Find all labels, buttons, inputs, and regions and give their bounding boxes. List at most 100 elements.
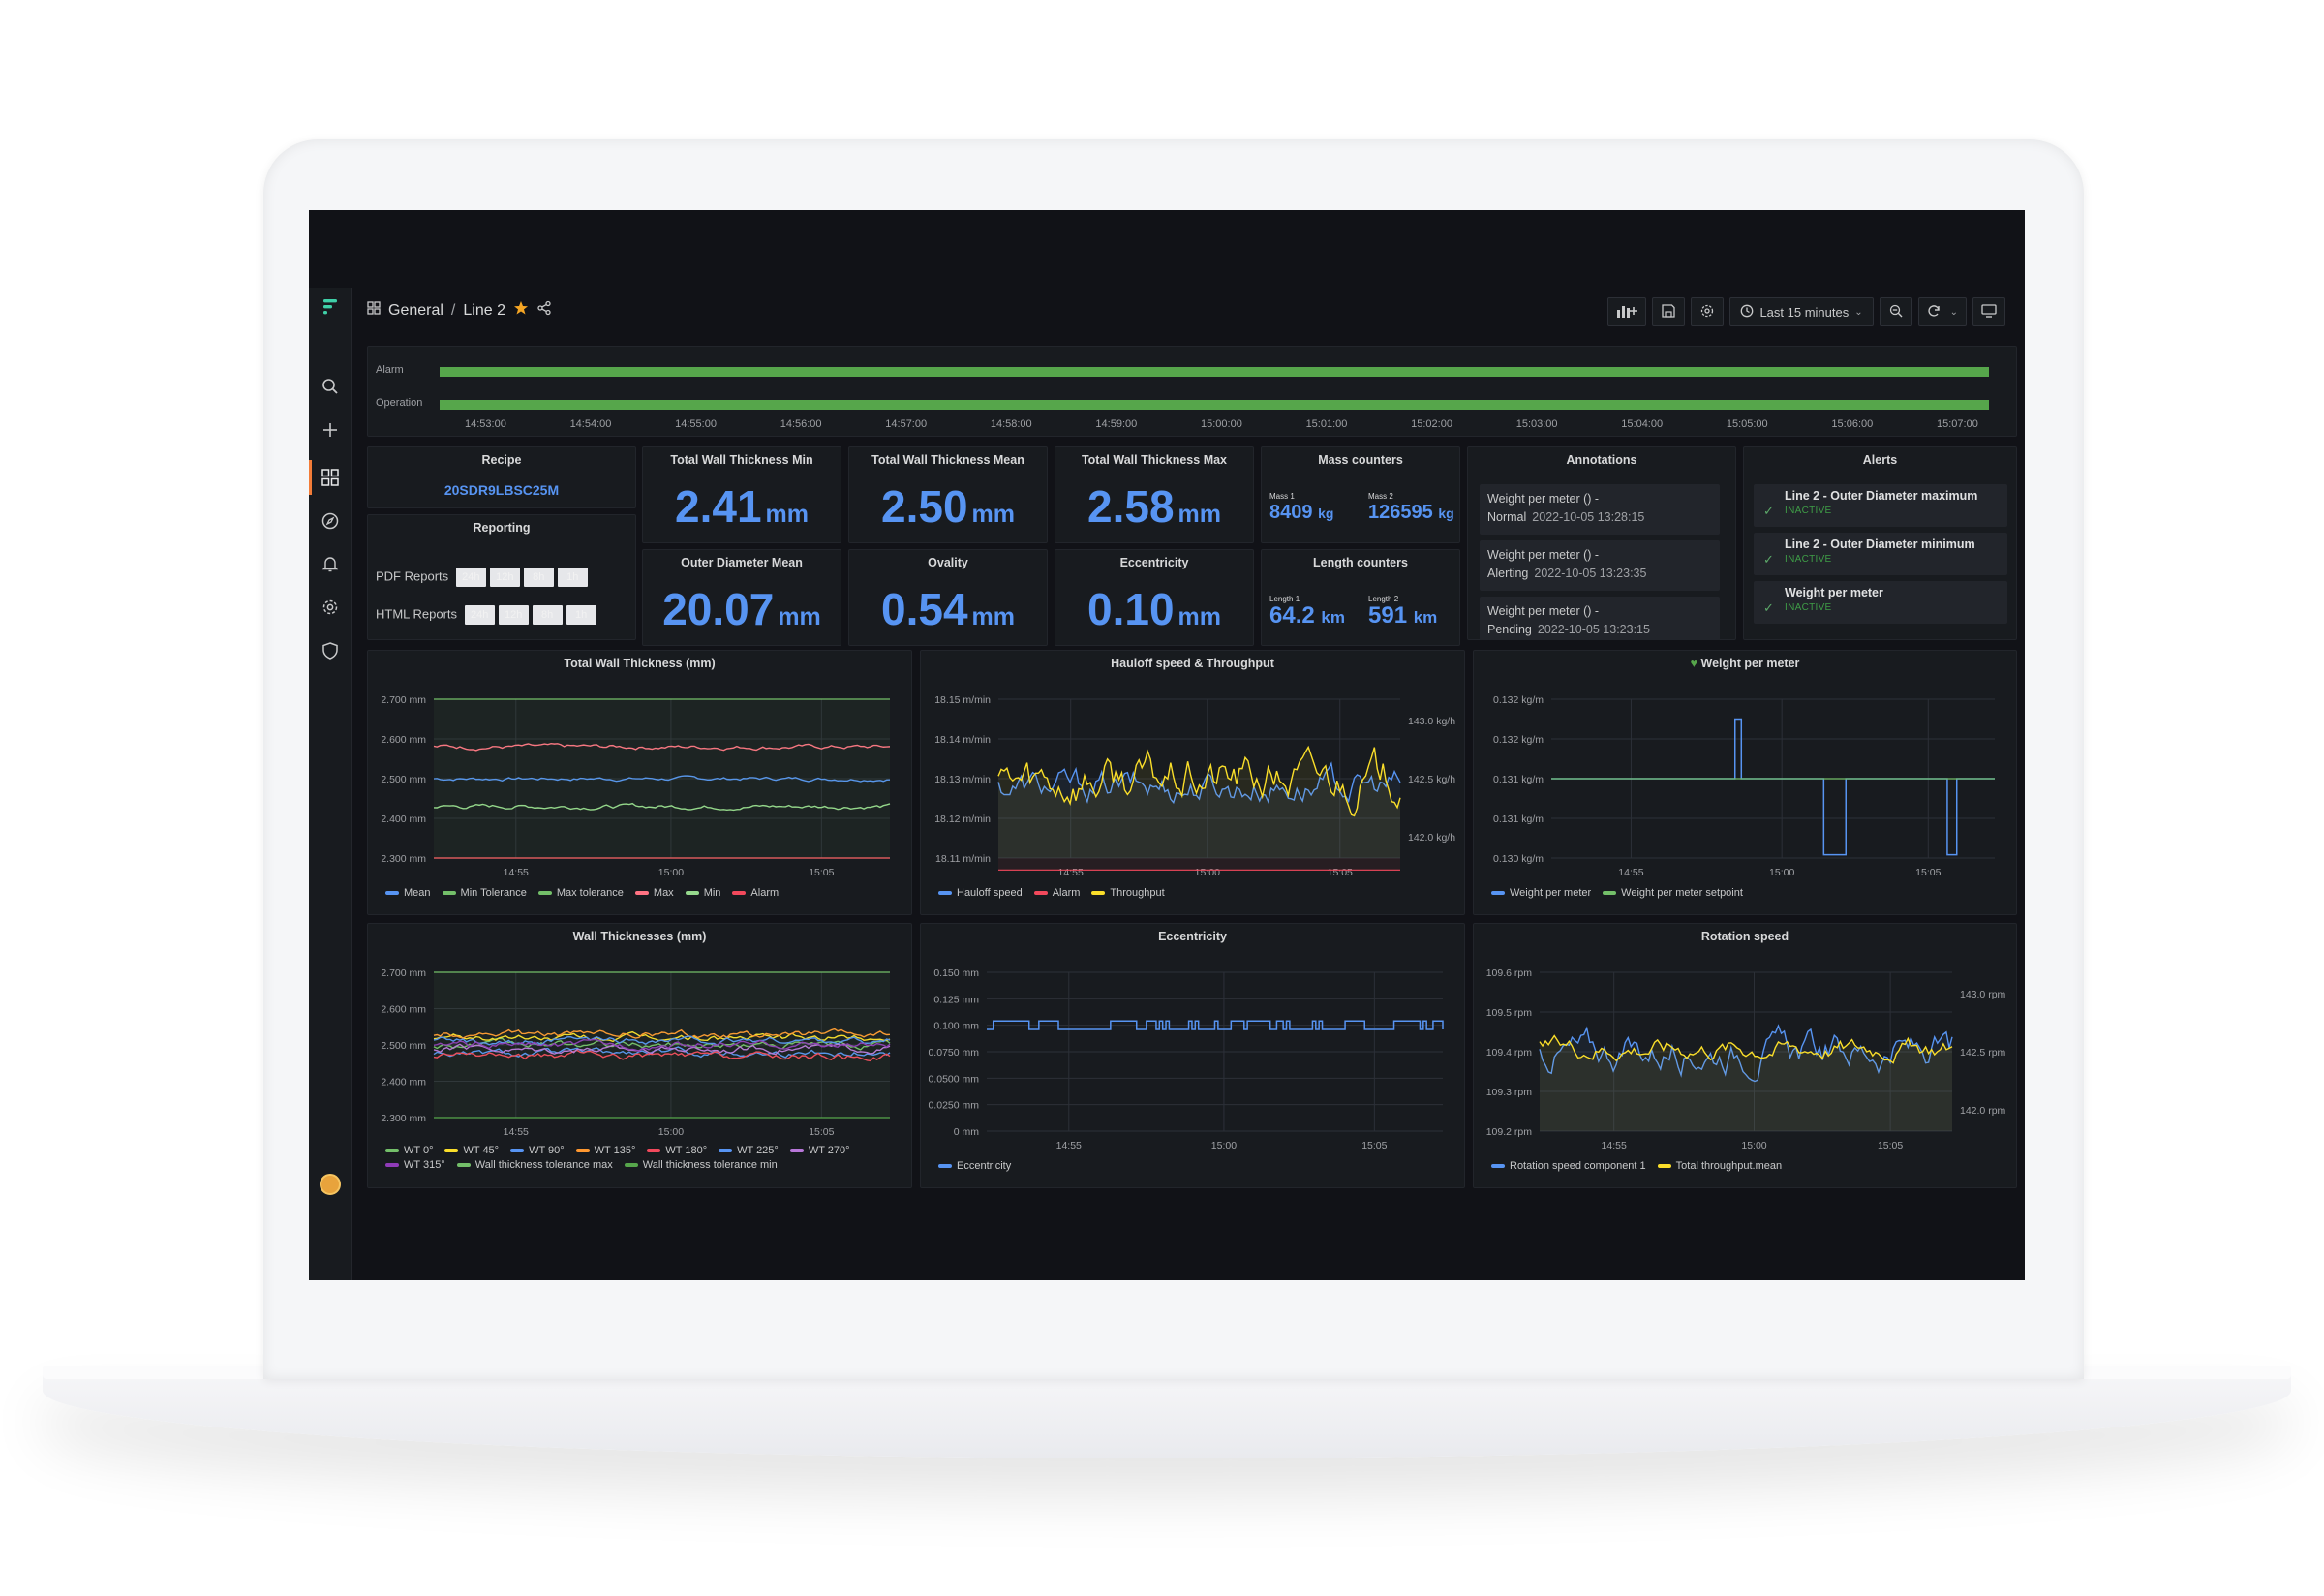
legend-item[interactable]: WT 180° [647, 1145, 707, 1156]
dashboards-icon[interactable] [321, 468, 340, 487]
weight-per-meter-panel: ♥ Weight per meter 0.132 kg/m 0.132 kg/m 0… [1473, 650, 2017, 915]
time-picker[interactable]: Last 15 minutes ⌄ [1729, 297, 1874, 326]
stat-panel-od-mean: Outer Diameter Mean 20.07 mm [642, 549, 841, 646]
plus-icon[interactable] [321, 420, 340, 440]
legend-item[interactable]: Alarm [1033, 887, 1080, 899]
y-tick-label: 2.500 mm [381, 774, 426, 785]
legend-item[interactable]: WT 270° [789, 1145, 850, 1156]
alert-item[interactable]: ✓ Line 2 - Outer Diameter minimum INACTI… [1754, 533, 2007, 575]
annotation-text: Weight per meter () - [1487, 604, 1600, 618]
top-bar: General / Line 2 Last 15 minutes ⌄ ⌄ [352, 288, 2025, 336]
annotation-item[interactable]: Weight per meter () - Pending 2022-10-05 … [1480, 597, 1720, 639]
legend-swatch [1091, 891, 1106, 895]
operation-state-bar[interactable] [440, 400, 1989, 410]
x-tick-label: 15:05 [1915, 867, 1941, 878]
legend-swatch [444, 1149, 459, 1152]
stat-number: 2.50 [881, 481, 968, 532]
grafana-logo-icon[interactable] [321, 297, 340, 319]
annotation-item[interactable]: Weight per meter () - Normal 2022-10-05 1… [1480, 484, 1720, 535]
y-tick-label: 18.13 m/min [934, 774, 991, 785]
legend-item[interactable]: Throughput [1091, 887, 1165, 899]
pdf-report-12h-button[interactable]: 12h [489, 568, 520, 587]
stat-unit: mm [778, 603, 821, 630]
html-report-12h-button[interactable]: 12h [498, 605, 529, 625]
legend-item[interactable]: Weight per meter [1491, 887, 1591, 899]
x-tick-label: 14:55 [1602, 1140, 1627, 1151]
sidebar-active-indicator [309, 460, 312, 495]
pdf-report-8h-button[interactable]: 8h [523, 568, 554, 587]
legend-item[interactable]: Min [685, 887, 720, 899]
alarm-state-bar[interactable] [440, 367, 1989, 377]
chart-svg[interactable]: 18.15 m/min 18.14 m/min 18.13 m/min 18.12 m… [921, 651, 1464, 914]
gear-icon[interactable] [321, 598, 340, 617]
counter-number: 126595 [1368, 502, 1433, 523]
legend-item[interactable]: Mean [385, 887, 431, 899]
pdf-report-1h-button[interactable]: 1h [557, 568, 588, 587]
alert-name: Weight per meter [1785, 586, 1883, 599]
annotation-item[interactable]: Weight per meter () - Alerting 2022-10-05… [1480, 540, 1720, 591]
legend-item[interactable]: Weight per meter setpoint [1603, 887, 1743, 899]
legend-item[interactable]: Hauloff speed [938, 887, 1023, 899]
legend-item[interactable]: Wall thickness tolerance min [624, 1159, 778, 1171]
zoom-out-icon [1889, 304, 1903, 321]
html-report-1h-button[interactable]: 1h [566, 605, 596, 625]
legend-item[interactable]: Min Tolerance [442, 887, 527, 899]
legend-item[interactable]: WT 90° [510, 1145, 565, 1156]
legend-item[interactable]: WT 315° [385, 1159, 445, 1171]
stat-panel-eccentricity: Eccentricity 0.10 mm [1055, 549, 1254, 646]
legend-swatch [938, 1164, 952, 1168]
save-button[interactable] [1652, 297, 1686, 326]
shield-icon[interactable] [321, 641, 340, 660]
time-tick-label: 14:54:00 [569, 418, 612, 430]
legend-item[interactable]: WT 135° [575, 1145, 635, 1156]
legend-item[interactable]: WT 45° [444, 1145, 499, 1156]
y-tick-label: 0.125 mm [933, 994, 979, 1005]
bell-icon[interactable] [321, 554, 340, 573]
laptop-screen: General / Line 2 Last 15 minutes ⌄ ⌄ Ala… [309, 210, 2025, 1280]
alert-item[interactable]: ✓ Line 2 - Outer Diameter maximum INACTI… [1754, 484, 2007, 527]
chart-svg[interactable]: 0.132 kg/m 0.132 kg/m 0.131 kg/m 0.131 kg/m… [1474, 651, 2016, 914]
add-panel-icon [1616, 304, 1638, 321]
chart-svg[interactable]: 2.700 mm 2.600 mm 2.500 mm 2.400 mm 2.300 mm… [368, 651, 911, 914]
search-icon[interactable] [321, 377, 340, 396]
legend-item[interactable]: Rotation speed component 1 [1491, 1160, 1646, 1172]
legend-item[interactable]: WT 0° [385, 1145, 433, 1156]
x-tick-label: 15:00 [1741, 1140, 1766, 1151]
pdf-report-24h-button[interactable]: 24h [455, 568, 486, 587]
counter-unit: kg [1318, 506, 1334, 521]
x-tick-label: 15:00 [1769, 867, 1794, 878]
html-report-8h-button[interactable]: 8h [532, 605, 563, 625]
legend-item[interactable]: Wall thickness tolerance max [456, 1159, 613, 1171]
share-icon[interactable] [536, 300, 552, 321]
breadcrumb-folder[interactable]: General [388, 302, 443, 320]
panel-title: Total Wall Thickness Max [1081, 453, 1228, 467]
chart-svg[interactable]: 0.150 mm 0.125 mm 0.100 mm 0.0750 mm 0.0500 … [921, 924, 1464, 1187]
legend-swatch [456, 1163, 471, 1167]
legend-item[interactable]: Total throughput.mean [1657, 1160, 1782, 1172]
legend-swatch [537, 891, 552, 895]
legend-item[interactable]: Eccentricity [938, 1160, 1011, 1172]
html-report-24h-button[interactable]: 24h [464, 605, 495, 625]
stat-value: 2.41 mm [643, 480, 841, 533]
y-tick-label: 109.5 rpm [1486, 1007, 1533, 1019]
chart-svg[interactable]: 109.6 rpm 109.5 rpm 109.4 rpm 109.3 rpm 109.… [1474, 924, 2016, 1187]
chart-legend: Hauloff speed Alarm Throughput [938, 887, 1452, 899]
legend-item[interactable]: Max [634, 887, 674, 899]
zoom-out-button[interactable] [1879, 297, 1912, 326]
time-tick-label: 15:04:00 [1621, 418, 1664, 430]
explore-icon[interactable] [321, 511, 340, 531]
star-icon[interactable] [513, 300, 529, 321]
hauloff-throughput-panel: Hauloff speed & Throughput 18.15 m/min 18… [920, 650, 1465, 915]
recipe-value[interactable]: 20SDR9LBSC25M [368, 482, 635, 498]
series-area [998, 858, 1400, 871]
breadcrumb-dashboard[interactable]: Line 2 [463, 302, 505, 320]
legend-item[interactable]: WT 225° [719, 1145, 779, 1156]
legend-item[interactable]: Alarm [732, 887, 779, 899]
user-avatar[interactable] [320, 1174, 341, 1195]
legend-item[interactable]: Max tolerance [537, 887, 624, 899]
tv-mode-button[interactable] [1972, 297, 2005, 326]
refresh-button[interactable]: ⌄ [1917, 297, 1967, 326]
add-panel-button[interactable] [1607, 297, 1647, 326]
alert-item[interactable]: ✓ Weight per meter INACTIVE [1754, 581, 2007, 624]
settings-button[interactable] [1691, 297, 1725, 326]
